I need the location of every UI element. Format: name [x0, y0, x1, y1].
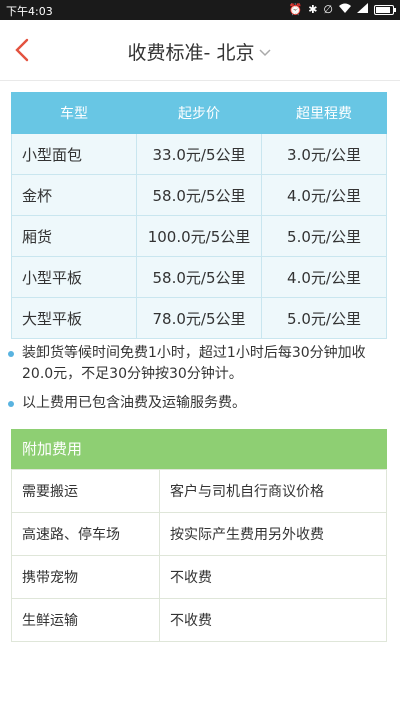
- table-row: 小型面包 33.0元/5公里 3.0元/公里: [11, 133, 387, 175]
- note-text: 以上费用已包含油费及运输服务费。: [22, 395, 246, 411]
- nav-bar: 收费标准- 北京: [0, 20, 400, 81]
- signal-muted-icon: ∅: [323, 3, 333, 16]
- note-text: 装卸货等候时间免费1小时，超过1小时后每30分钟加收20.0元，不足30分钟按3…: [22, 345, 366, 382]
- extra-fee-rule-cell: 按实际产生费用另外收费: [159, 512, 387, 556]
- base-fare-cell: 58.0元/5公里: [136, 256, 262, 298]
- note-item: 装卸货等候时间免费1小时，超过1小时后每30分钟加收20.0元，不足30分钟按3…: [8, 343, 386, 385]
- vehicle-type-cell: 厢货: [11, 215, 137, 257]
- extra-mileage-cell: 4.0元/公里: [261, 256, 387, 298]
- base-fare-cell: 33.0元/5公里: [136, 133, 262, 175]
- vehicle-type-cell: 小型平板: [11, 256, 137, 298]
- table-row: 大型平板 78.0元/5公里 5.0元/公里: [11, 297, 387, 339]
- column-header-vehicle: 车型: [11, 92, 137, 134]
- extra-mileage-cell: 4.0元/公里: [261, 174, 387, 216]
- fare-table: 车型 起步价 超里程费 小型面包 33.0元/5公里 3.0元/公里 金杯 58…: [11, 92, 387, 339]
- status-time: 下午4:03: [6, 5, 53, 18]
- wifi-icon: [339, 3, 351, 16]
- extra-fee-rule-cell: 不收费: [159, 555, 387, 599]
- extra-mileage-cell: 5.0元/公里: [261, 215, 387, 257]
- extra-fee-item-cell: 携带宠物: [11, 555, 160, 599]
- column-header-extra-mileage: 超里程费: [261, 92, 387, 134]
- cellular-icon: [357, 3, 368, 16]
- table-row: 生鲜运输 不收费: [11, 598, 387, 642]
- bullet-dot-icon: [8, 401, 14, 407]
- caret-down-icon: [259, 48, 271, 56]
- battery-icon: [374, 4, 396, 15]
- extra-fee-rule-cell: 客户与司机自行商议价格: [159, 469, 387, 513]
- status-bar: 下午4:03 ⏰ ✱ ∅: [0, 0, 400, 20]
- table-row: 金杯 58.0元/5公里 4.0元/公里: [11, 174, 387, 216]
- extra-fees-table: 附加费用 需要搬运 客户与司机自行商议价格 高速路、停车场 按实际产生费用另外收…: [11, 429, 387, 642]
- note-item: 以上费用已包含油费及运输服务费。: [8, 393, 386, 414]
- base-fare-cell: 58.0元/5公里: [136, 174, 262, 216]
- extra-fee-item-cell: 高速路、停车场: [11, 512, 160, 556]
- column-header-base-fare: 起步价: [136, 92, 262, 134]
- status-icons: ⏰ ✱ ∅: [288, 3, 396, 16]
- extra-fee-item-cell: 生鲜运输: [11, 598, 160, 642]
- extra-fee-rule-cell: 不收费: [159, 598, 387, 642]
- base-fare-cell: 78.0元/5公里: [136, 297, 262, 339]
- extra-mileage-cell: 5.0元/公里: [261, 297, 387, 339]
- table-row: 高速路、停车场 按实际产生费用另外收费: [11, 512, 387, 556]
- fare-table-header: 车型 起步价 超里程费: [11, 92, 387, 134]
- extra-mileage-cell: 3.0元/公里: [261, 133, 387, 175]
- fee-notes: 装卸货等候时间免费1小时，超过1小时后每30分钟加收20.0元，不足30分钟按3…: [8, 343, 386, 422]
- bullet-dot-icon: [8, 351, 14, 357]
- vehicle-type-cell: 小型面包: [11, 133, 137, 175]
- table-row: 厢货 100.0元/5公里 5.0元/公里: [11, 215, 387, 257]
- table-row: 需要搬运 客户与司机自行商议价格: [11, 469, 387, 513]
- vehicle-type-cell: 金杯: [11, 174, 137, 216]
- extra-fee-item-cell: 需要搬运: [11, 469, 160, 513]
- table-row: 携带宠物 不收费: [11, 555, 387, 599]
- extra-fees-title: 附加费用: [11, 429, 387, 469]
- alarm-icon: ⏰: [288, 3, 303, 16]
- vehicle-type-cell: 大型平板: [11, 297, 137, 339]
- table-row: 小型平板 58.0元/5公里 4.0元/公里: [11, 256, 387, 298]
- city-selector[interactable]: 收费标准- 北京: [128, 38, 273, 65]
- bluetooth-icon: ✱: [308, 3, 318, 16]
- page-title: 收费标准- 北京: [127, 42, 255, 64]
- base-fare-cell: 100.0元/5公里: [136, 215, 262, 257]
